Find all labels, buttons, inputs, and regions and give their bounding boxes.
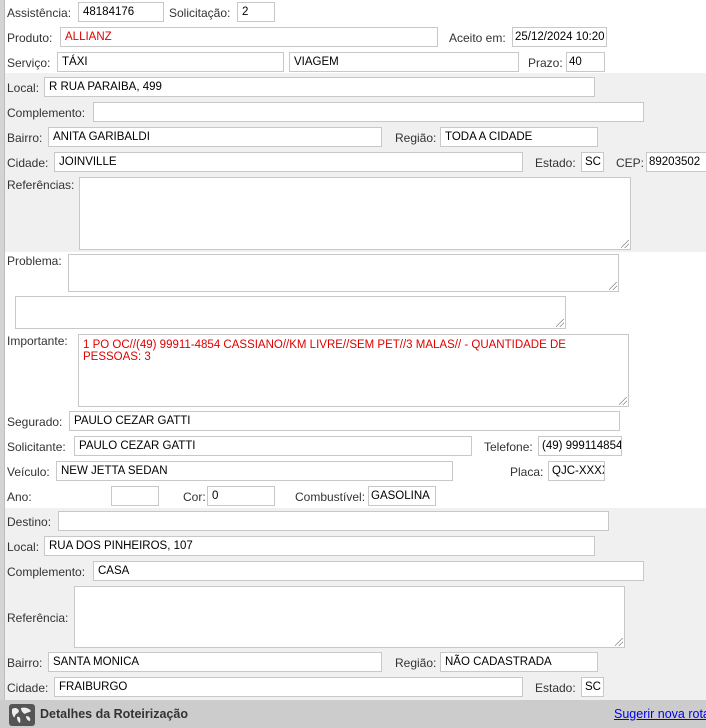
importante-label: Importante: xyxy=(7,334,68,348)
resize-grip-icon[interactable] xyxy=(619,397,627,405)
combustivel-field[interactable]: GASOLINA xyxy=(368,486,436,506)
assistencia-field[interactable]: 48184176 xyxy=(78,2,164,22)
telefone-label: Telefone: xyxy=(484,440,533,454)
regiao-label: Região: xyxy=(395,131,437,145)
servico-field[interactable]: TÁXI xyxy=(57,52,284,72)
resize-grip-icon[interactable] xyxy=(556,319,564,327)
local-field[interactable]: R RUA PARAIBA, 499 xyxy=(44,77,595,97)
problema-extra-textarea[interactable] xyxy=(15,296,566,329)
destino-label: Destino: xyxy=(7,515,52,529)
complemento-field[interactable] xyxy=(93,102,644,122)
produto-label: Produto: xyxy=(7,31,53,45)
roteirizacao-header: Detalhes da Roteirização Sugerir nova ro… xyxy=(0,700,706,728)
left-border xyxy=(0,0,5,700)
destino-referencia-label: Referência: xyxy=(7,611,69,625)
importante-textarea[interactable]: 1 PO OC//(49) 99911-4854 CASSIANO//KM LI… xyxy=(78,334,629,407)
placa-field[interactable]: QJC-XXXX xyxy=(548,461,605,481)
solicitante-label: Solicitante: xyxy=(7,440,66,454)
servico-label: Serviço: xyxy=(7,56,51,70)
cep-label: CEP: xyxy=(616,156,645,170)
servico-tipo-field[interactable]: VIAGEM xyxy=(289,52,519,72)
solicitacao-field[interactable]: 2 xyxy=(237,2,275,22)
segurado-label: Segurado: xyxy=(7,415,63,429)
destino-field[interactable] xyxy=(58,511,609,531)
cor-field[interactable]: 0 xyxy=(207,486,275,506)
destino-estado-label: Estado: xyxy=(535,681,576,695)
cidade-label: Cidade: xyxy=(7,156,49,170)
aceito-label: Aceito em: xyxy=(449,31,506,45)
ano-label: Ano: xyxy=(7,490,32,504)
roteirizacao-title: Detalhes da Roteirização xyxy=(40,707,188,721)
veiculo-field[interactable]: NEW JETTA SEDAN xyxy=(56,461,453,481)
prazo-field[interactable]: 40 xyxy=(566,52,605,72)
problema-label: Problema: xyxy=(7,254,62,268)
destino-cidade-field[interactable]: FRAIBURGO xyxy=(54,677,523,697)
importante-text: 1 PO OC//(49) 99911-4854 CASSIANO//KM LI… xyxy=(83,339,566,363)
destino-bairro-field[interactable]: SANTA MONICA xyxy=(48,652,382,672)
destino-regiao-field[interactable]: NÃO CADASTRADA xyxy=(440,652,598,672)
complemento-label: Complemento: xyxy=(7,106,86,120)
resize-grip-icon[interactable] xyxy=(615,638,623,646)
cor-label: Cor: xyxy=(183,490,206,504)
placa-label: Placa: xyxy=(510,465,544,479)
regiao-field[interactable]: TODA A CIDADE xyxy=(440,127,598,147)
assistencia-label: Assistência: xyxy=(7,6,72,20)
prazo-label: Prazo: xyxy=(528,56,563,70)
destino-bairro-label: Bairro: xyxy=(7,656,43,670)
local-label: Local: xyxy=(7,81,40,95)
solicitante-field[interactable]: PAULO CEZAR GATTI xyxy=(74,436,472,456)
estado-field[interactable]: SC xyxy=(581,152,604,172)
destino-local-label: Local: xyxy=(7,540,40,554)
destino-estado-field[interactable]: SC xyxy=(581,677,604,697)
segurado-field[interactable]: PAULO CEZAR GATTI xyxy=(69,411,620,431)
referencias-textarea[interactable] xyxy=(79,177,631,250)
bairro-label: Bairro: xyxy=(7,131,43,145)
bairro-field[interactable]: ANITA GARIBALDI xyxy=(48,127,382,147)
combustivel-label: Combustível: xyxy=(295,490,366,504)
destino-complemento-label: Complemento: xyxy=(7,565,86,579)
produto-field[interactable]: ALLIANZ xyxy=(60,27,438,47)
resize-grip-icon[interactable] xyxy=(609,282,617,290)
ano-field[interactable] xyxy=(111,486,159,506)
estado-label: Estado: xyxy=(535,156,576,170)
resize-grip-icon[interactable] xyxy=(621,240,629,248)
sugerir-nova-rota-link[interactable]: Sugerir nova rota xyxy=(614,707,706,721)
veiculo-label: Veículo: xyxy=(7,465,50,479)
destino-local-field[interactable]: RUA DOS PINHEIROS, 107 xyxy=(44,536,595,556)
destino-cidade-label: Cidade: xyxy=(7,681,49,695)
destino-complemento-field[interactable]: CASA xyxy=(93,561,644,581)
aceito-field[interactable]: 25/12/2024 10:20 xyxy=(512,27,607,47)
solicitacao-label: Solicitação: xyxy=(169,6,231,20)
cep-field[interactable]: 89203502 xyxy=(646,152,706,172)
cidade-field[interactable]: JOINVILLE xyxy=(54,152,523,172)
referencias-label: Referências: xyxy=(7,178,75,192)
destino-referencia-textarea[interactable] xyxy=(74,586,625,648)
telefone-field[interactable]: (49) 999114854 xyxy=(538,436,622,456)
destino-regiao-label: Região: xyxy=(395,656,437,670)
globe-icon xyxy=(9,704,35,726)
problema-textarea[interactable] xyxy=(68,254,619,292)
